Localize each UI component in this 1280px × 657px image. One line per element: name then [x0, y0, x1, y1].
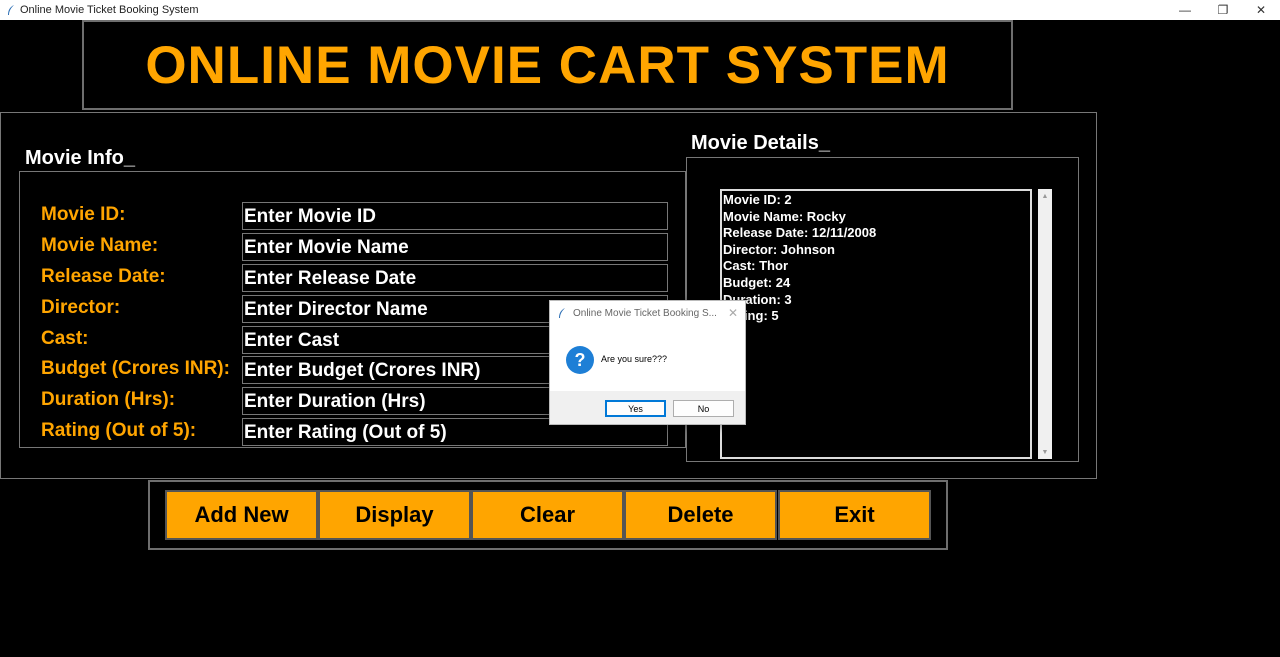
close-button[interactable]: ✕ [1242, 0, 1280, 20]
director-label: Director: [41, 297, 121, 318]
window-titlebar: Online Movie Ticket Booking System — ❐ ✕ [0, 0, 1280, 20]
movie-name-input[interactable] [242, 233, 668, 261]
release-date-label: Release Date: [41, 266, 166, 287]
minimize-button[interactable]: — [1166, 0, 1204, 20]
header-frame: ONLINE MOVIE CART SYSTEM [82, 20, 1013, 110]
release-date-input[interactable] [242, 264, 668, 292]
dialog-body: ? Are you sure??? [550, 325, 745, 391]
delete-button[interactable]: Delete [624, 490, 777, 540]
display-button[interactable]: Display [318, 490, 471, 540]
feather-icon [6, 4, 16, 16]
window-title: Online Movie Ticket Booking System [20, 4, 199, 16]
yes-button[interactable]: Yes [605, 400, 666, 417]
details-line: Rating: 5 [723, 308, 779, 324]
details-scrollbar[interactable]: ▲ ▼ [1038, 189, 1052, 459]
details-line: Director: Johnson [723, 241, 835, 257]
field-row-movie-id: Movie ID: [20, 202, 687, 230]
button-bar: Add New Display Clear Delete Exit [148, 480, 948, 550]
exit-button[interactable]: Exit [778, 490, 931, 540]
confirm-dialog: Online Movie Ticket Booking S... ✕ ? Are… [549, 300, 746, 425]
dialog-title: Online Movie Ticket Booking S... [573, 307, 717, 319]
scroll-down-icon[interactable]: ▼ [1038, 445, 1052, 459]
scroll-up-icon[interactable]: ▲ [1038, 189, 1052, 203]
field-row-release-date: Release Date: [20, 264, 687, 292]
rating-label: Rating (Out of 5): [41, 420, 197, 441]
details-line: Release Date: 12/11/2008 [723, 225, 877, 241]
movie-id-label: Movie ID: [41, 204, 126, 225]
question-icon: ? [566, 346, 594, 374]
field-row-movie-name: Movie Name: [20, 233, 687, 261]
dialog-close-button[interactable]: ✕ [721, 306, 745, 320]
duration-label: Duration (Hrs): [41, 389, 176, 410]
cast-label: Cast: [41, 328, 89, 349]
no-button[interactable]: No [673, 400, 734, 417]
app-title: ONLINE MOVIE CART SYSTEM [145, 35, 950, 95]
details-line: Duration: 3 [723, 291, 792, 307]
dialog-titlebar: Online Movie Ticket Booking S... ✕ [550, 301, 745, 325]
details-line: Budget: 24 [723, 274, 791, 290]
movie-id-input[interactable] [242, 202, 668, 230]
dialog-message: Are you sure??? [601, 354, 668, 364]
movie-details-textbox[interactable]: Movie ID: 2 Movie Name: Rocky Release Da… [720, 189, 1032, 459]
dialog-footer: Yes No [550, 391, 745, 424]
movie-info-title: Movie Info_ [25, 147, 140, 170]
details-line: Cast: Thor [723, 258, 788, 274]
budget-label: Budget (Crores INR): [41, 358, 230, 379]
movie-name-label: Movie Name: [41, 235, 159, 256]
details-line: Movie Name: Rocky [723, 208, 846, 224]
details-line: Movie ID: 2 [723, 192, 792, 207]
movie-details-title: Movie Details_ [691, 132, 834, 155]
add-new-button[interactable]: Add New [165, 490, 318, 540]
restore-button[interactable]: ❐ [1204, 0, 1242, 20]
clear-button[interactable]: Clear [471, 490, 624, 540]
feather-icon [558, 307, 568, 319]
